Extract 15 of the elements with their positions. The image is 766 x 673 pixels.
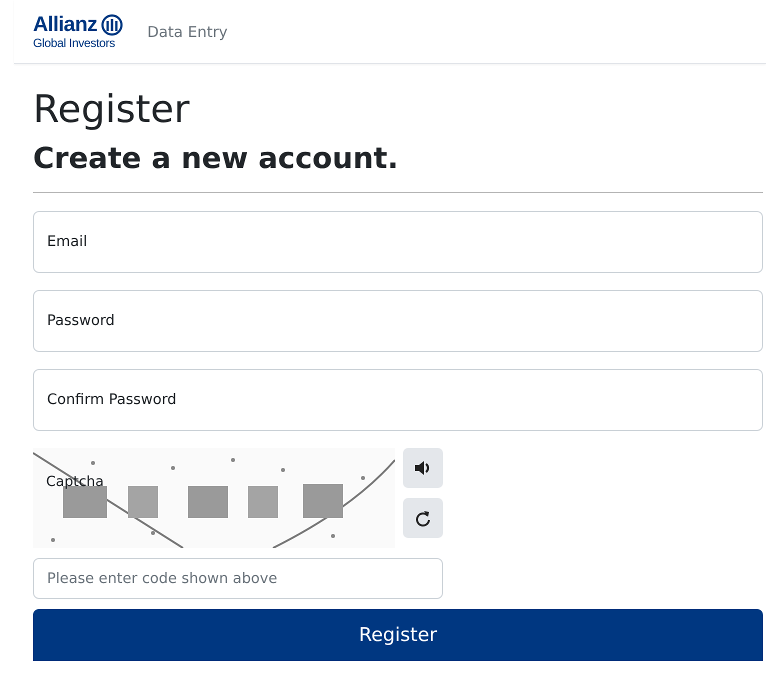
nav-link[interactable]: Data Entry xyxy=(147,22,228,40)
refresh-icon xyxy=(415,510,431,526)
input-field[interactable]: Confirm Password xyxy=(33,369,763,431)
input-field[interactable]: Email xyxy=(33,211,763,273)
audio-button[interactable] xyxy=(403,448,443,488)
brand-subtitle: Global Investors xyxy=(33,36,116,50)
captcha-field[interactable]: Please enter code shown above xyxy=(33,558,443,599)
page-subtitle: Create a new account. xyxy=(33,140,400,176)
logo-icon xyxy=(101,14,124,36)
brand-name: Allianz xyxy=(33,14,98,36)
page-title: Register xyxy=(33,86,190,132)
register-button[interactable]: Register xyxy=(33,609,763,661)
refresh-button[interactable] xyxy=(403,498,443,538)
speaker-icon xyxy=(414,460,432,476)
input-field[interactable]: Password xyxy=(33,290,763,352)
